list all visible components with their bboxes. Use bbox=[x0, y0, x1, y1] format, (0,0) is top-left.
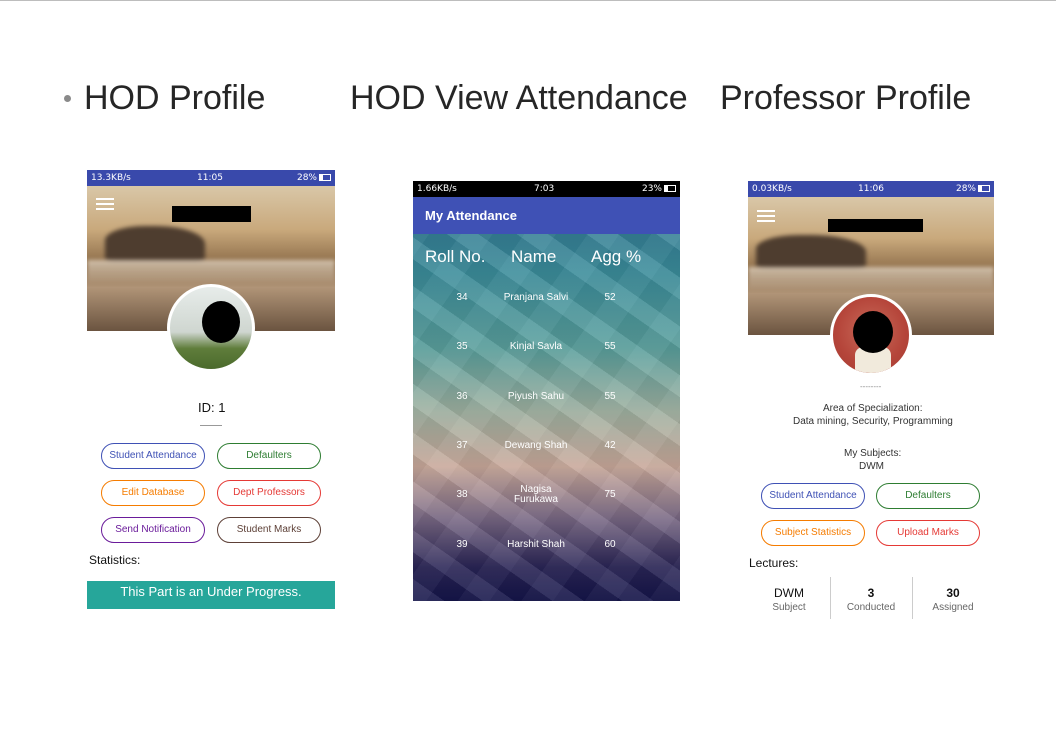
col-header-roll: Roll No. bbox=[425, 247, 486, 266]
stat-assigned-label: Assigned bbox=[932, 602, 974, 613]
battery-icon bbox=[664, 185, 676, 192]
subjects-label: My Subjects: bbox=[844, 448, 902, 459]
stat-conducted-value: 3 bbox=[867, 586, 875, 600]
hod-status-battery: 28% bbox=[296, 173, 317, 183]
stat-subject-label: Subject bbox=[772, 602, 806, 613]
hod-status-bar: 13.3KB/s 11:05 28% bbox=[87, 170, 335, 186]
lectures-label: Lectures: bbox=[749, 556, 799, 570]
title-hod-view-attendance: HOD View Attendance bbox=[350, 79, 688, 117]
roll-cell: 38 bbox=[456, 489, 468, 500]
prof-status-bar: 0.03KB/s 11:06 28% bbox=[748, 181, 994, 197]
att-status-battery: 23% bbox=[641, 184, 662, 194]
rock-arch-image bbox=[756, 235, 866, 269]
title-professor-profile: Professor Profile bbox=[720, 79, 972, 117]
prof-dashes: -------- bbox=[860, 382, 882, 391]
specialization-label: Area of Specialization: bbox=[823, 403, 923, 414]
hod-avatar bbox=[167, 284, 255, 372]
agg-cell: 52 bbox=[604, 292, 616, 303]
battery-icon bbox=[978, 185, 990, 192]
stat-subject-value: DWM bbox=[774, 586, 804, 600]
name-cell: Harshit Shah bbox=[507, 539, 565, 550]
subjects-value: DWM bbox=[859, 461, 884, 472]
prof-status-time: 11:06 bbox=[858, 184, 884, 194]
id-divider bbox=[200, 425, 222, 426]
student-attendance-button[interactable]: Student Attendance bbox=[101, 443, 205, 469]
redacted-name bbox=[172, 206, 251, 222]
agg-cell: 42 bbox=[604, 440, 616, 451]
professor-avatar bbox=[830, 294, 912, 376]
name-cell: Pranjana Salvi bbox=[503, 292, 569, 303]
hod-status-time: 11:05 bbox=[197, 173, 223, 183]
defaulters-button[interactable]: Defaulters bbox=[217, 443, 321, 469]
slide-top-border bbox=[0, 0, 1056, 1]
send-notification-button[interactable]: Send Notification bbox=[101, 517, 205, 543]
student-marks-button[interactable]: Student Marks bbox=[217, 517, 321, 543]
stat-assigned-value: 30 bbox=[946, 586, 960, 600]
student-attendance-button[interactable]: Student Attendance bbox=[761, 483, 865, 509]
agg-cell: 55 bbox=[604, 391, 616, 402]
col-header-agg: Agg % bbox=[591, 247, 642, 266]
agg-cell: 55 bbox=[604, 341, 616, 352]
prof-status-speed: 0.03KB/s bbox=[752, 184, 792, 194]
roll-cell: 36 bbox=[456, 391, 468, 402]
redacted-face bbox=[202, 301, 240, 343]
name-cell: Dewang Shah bbox=[504, 440, 568, 451]
agg-cell: 60 bbox=[604, 539, 616, 550]
subject-statistics-button[interactable]: Subject Statistics bbox=[761, 520, 865, 546]
redacted-face bbox=[853, 311, 893, 353]
roll-cell: 37 bbox=[456, 440, 468, 451]
roll-cell: 39 bbox=[456, 539, 468, 550]
redacted-name bbox=[828, 219, 923, 232]
name-cell: Kinjal Savla bbox=[509, 341, 563, 352]
col-header-name: Name bbox=[511, 247, 557, 266]
dept-professors-button[interactable]: Dept Professors bbox=[217, 480, 321, 506]
attendance-screen: 1.66KB/s 7:03 23% My Attendance Roll No.… bbox=[413, 181, 680, 601]
under-progress-banner: This Part is an Under Progress. bbox=[87, 581, 335, 609]
att-status-time: 7:03 bbox=[534, 184, 555, 194]
bullet-icon bbox=[64, 95, 71, 102]
att-status-bar: 1.66KB/s 7:03 23% bbox=[413, 181, 680, 197]
name-cell: Piyush Sahu bbox=[507, 391, 565, 402]
att-app-bar: My Attendance bbox=[413, 197, 680, 234]
edit-database-button[interactable]: Edit Database bbox=[101, 480, 205, 506]
statistics-label: Statistics: bbox=[89, 553, 141, 567]
specialization-value: Data mining, Security, Programming bbox=[793, 416, 953, 427]
title-hod-profile: HOD Profile bbox=[84, 79, 266, 117]
agg-cell: 75 bbox=[604, 489, 616, 500]
att-status-speed: 1.66KB/s bbox=[417, 184, 457, 194]
prof-status-battery: 28% bbox=[955, 184, 976, 194]
rock-arch-image bbox=[105, 226, 205, 262]
battery-icon bbox=[319, 174, 331, 181]
hamburger-menu-icon[interactable] bbox=[96, 198, 114, 210]
hamburger-menu-icon[interactable] bbox=[757, 210, 775, 222]
hod-id: ID: 1 bbox=[198, 400, 226, 415]
hod-status-speed: 13.3KB/s bbox=[91, 173, 131, 183]
upload-marks-button[interactable]: Upload Marks bbox=[876, 520, 980, 546]
name-cell: Nagisa Furukawa bbox=[514, 484, 558, 505]
defaulters-button[interactable]: Defaulters bbox=[876, 483, 980, 509]
roll-cell: 34 bbox=[456, 292, 468, 303]
stat-conducted-label: Conducted bbox=[846, 602, 896, 613]
roll-cell: 35 bbox=[456, 341, 468, 352]
